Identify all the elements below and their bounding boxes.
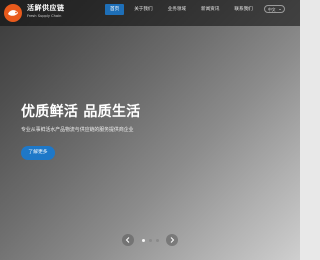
carousel-dot-1[interactable] (142, 239, 145, 242)
brand-subtitle: Fresh Supply Chain (27, 14, 62, 18)
main-nav: 首页 关于我们 业务领域 新闻资讯 联系我们 (105, 4, 263, 15)
carousel-next-button[interactable] (166, 234, 178, 246)
nav-item-home[interactable]: 首页 (105, 4, 125, 15)
hero-title: 优质鲜活 品质生活 (21, 104, 141, 120)
learn-more-button[interactable]: 了解更多 (21, 146, 55, 160)
chevron-down-icon (279, 8, 281, 10)
carousel-dot-2[interactable] (149, 239, 152, 242)
chevron-left-icon (125, 237, 130, 243)
carousel-prev-button[interactable] (122, 234, 134, 246)
nav-item-contact[interactable]: 联系我们 (229, 4, 257, 15)
brand-logo-icon[interactable] (3, 3, 23, 23)
hero-subtitle: 专业从事鲜活水产品物流与供应链的服务提供商企业 (21, 127, 134, 133)
nav-item-news[interactable]: 新闻资讯 (196, 4, 224, 15)
carousel-dot-3[interactable] (156, 239, 159, 242)
language-select[interactable]: 中文 (264, 5, 285, 13)
nav-item-about[interactable]: 关于我们 (129, 4, 157, 15)
language-label: 中文 (268, 7, 276, 12)
nav-item-business[interactable]: 业务领域 (163, 4, 191, 15)
site-header: 活鲜供应链 Fresh Supply Chain 首页 关于我们 业务领域 新闻… (0, 0, 300, 26)
chevron-right-icon (170, 237, 175, 243)
brand-name[interactable]: 活鲜供应链 (27, 4, 65, 12)
